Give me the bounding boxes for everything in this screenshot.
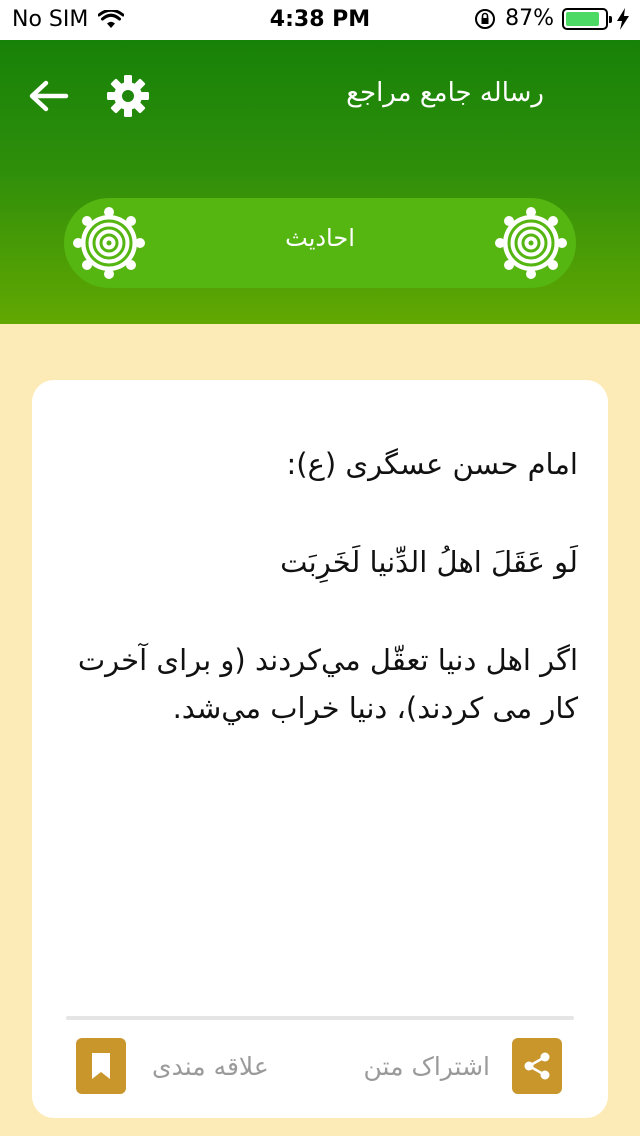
charging-icon — [617, 7, 629, 30]
battery-percent: 87% — [505, 6, 554, 31]
share-label: اشتراک متن — [363, 1051, 490, 1081]
bookmark-label: علاقه مندی — [152, 1051, 269, 1081]
section-banner: احادیث — [64, 198, 576, 288]
status-bar: No SIM 4:38 PM 87% — [0, 0, 640, 40]
ornament-icon — [495, 207, 567, 279]
app-title: رساله جامع مراجع — [346, 78, 544, 108]
share-icon[interactable] — [512, 1038, 562, 1094]
status-right: 87% — [473, 6, 630, 31]
hadith-arabic: لَو عَقَلَ اهلُ الدِّنیا لَخَرِبَت — [280, 545, 578, 579]
hadith-speaker: امام حسن عسگری (ع): — [286, 447, 578, 481]
app-header: رساله جامع مراجع احادیث — [0, 40, 640, 324]
gear-icon[interactable] — [104, 72, 152, 120]
battery-fill — [566, 11, 600, 26]
bookmark-button[interactable]: علاقه مندی — [76, 1038, 269, 1094]
card-divider — [66, 1016, 574, 1020]
orientation-lock-icon — [475, 8, 496, 29]
back-arrow-icon[interactable] — [26, 74, 70, 118]
bookmark-icon[interactable] — [76, 1038, 126, 1094]
hadith-translation: اگر اهل دنیا تعقّل مي‌کردند (و برای آخرت… — [77, 643, 578, 725]
share-text-button[interactable]: اشتراک متن — [364, 1038, 562, 1094]
hadith-text: امام حسن عسگری (ع): لَو عَقَلَ اهلُ الدِ… — [62, 440, 578, 782]
battery-icon — [562, 7, 612, 30]
hadith-card: امام حسن عسگری (ع): لَو عَقَلَ اهلُ الدِ… — [32, 380, 608, 1118]
